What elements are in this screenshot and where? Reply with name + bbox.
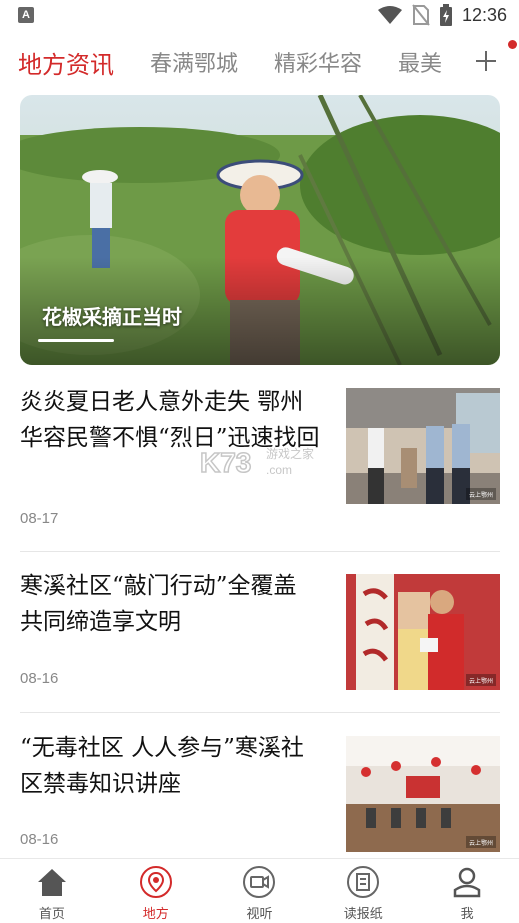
- news-date: 08-16: [20, 831, 59, 848]
- status-bar: A 12:36: [0, 0, 519, 30]
- nav-label: 读报纸: [343, 907, 383, 922]
- wifi-icon: [377, 6, 402, 24]
- svg-text:云上鄂州: 云上鄂州: [469, 677, 493, 685]
- nav-me[interactable]: 我: [415, 859, 519, 923]
- video-icon: [243, 866, 276, 898]
- news-thumbnail: 云上鄂州: [346, 736, 500, 852]
- no-sim-icon: [412, 4, 430, 26]
- nav-label: 我: [460, 907, 474, 922]
- status-icons: 12:36: [377, 3, 507, 27]
- banner-caption: 花椒采摘正当时: [42, 305, 182, 329]
- divider: [20, 712, 500, 713]
- news-thumbnail: 云上鄂州: [346, 388, 500, 504]
- news-date: 08-17: [20, 510, 59, 527]
- watermark-sub: 游戏之家: [266, 446, 314, 461]
- channel-tabs: 地方资讯 春满鄂城 精彩华容 最美: [0, 36, 519, 88]
- nav-label: 视听: [246, 907, 273, 922]
- tab-chunman-echeng[interactable]: 春满鄂城: [150, 46, 238, 78]
- user-icon: [453, 867, 481, 898]
- app-notification-icon: A: [18, 7, 34, 23]
- news-title: “无毒社区 人人参与”寒溪社区禁毒知识讲座: [20, 735, 304, 797]
- plus-icon[interactable]: [475, 50, 497, 72]
- nav-audio-video[interactable]: 视听: [208, 859, 312, 923]
- tab-local-news[interactable]: 地方资讯: [18, 45, 114, 80]
- watermark-logo: K73 游戏之家 .com: [199, 442, 330, 482]
- news-item[interactable]: 寒溪社区“敲门行动”全覆盖 共同缔造享文明 08-16 云上鄂州: [20, 568, 500, 698]
- banner-carousel[interactable]: 花椒采摘正当时: [20, 95, 500, 365]
- tab-jingcai-huarong[interactable]: 精彩华容: [274, 46, 362, 78]
- news-title: 寒溪社区“敲门行动”全覆盖 共同缔造享文明: [20, 573, 297, 635]
- nav-newspaper[interactable]: 读报纸: [311, 859, 415, 923]
- bottom-navigation: 首页 地方 视听 读报纸 我: [0, 858, 519, 923]
- news-date: 08-16: [20, 670, 59, 687]
- divider: [20, 551, 500, 552]
- news-thumbnail: 云上鄂州: [346, 574, 500, 690]
- notification-dot: [508, 40, 517, 49]
- nav-label: 地方: [142, 907, 169, 922]
- battery-charging-icon: [439, 4, 452, 26]
- news-item[interactable]: “无毒社区 人人参与”寒溪社区禁毒知识讲座 08-16 云上鄂州: [20, 730, 500, 855]
- nav-home[interactable]: 首页: [0, 859, 104, 923]
- watermark-domain: .com: [266, 463, 292, 477]
- clock: 12:36: [461, 4, 507, 25]
- svg-text:云上鄂州: 云上鄂州: [469, 839, 493, 847]
- newspaper-icon: [347, 866, 380, 898]
- home-icon: [37, 869, 66, 896]
- tab-zuimei[interactable]: 最美: [398, 46, 442, 78]
- nav-local[interactable]: 地方: [104, 859, 208, 923]
- watermark-brand: K73: [200, 447, 251, 478]
- location-icon: [139, 866, 172, 898]
- carousel-indicator: [38, 339, 114, 342]
- nav-label: 首页: [38, 907, 65, 922]
- svg-text:云上鄂州: 云上鄂州: [469, 491, 493, 499]
